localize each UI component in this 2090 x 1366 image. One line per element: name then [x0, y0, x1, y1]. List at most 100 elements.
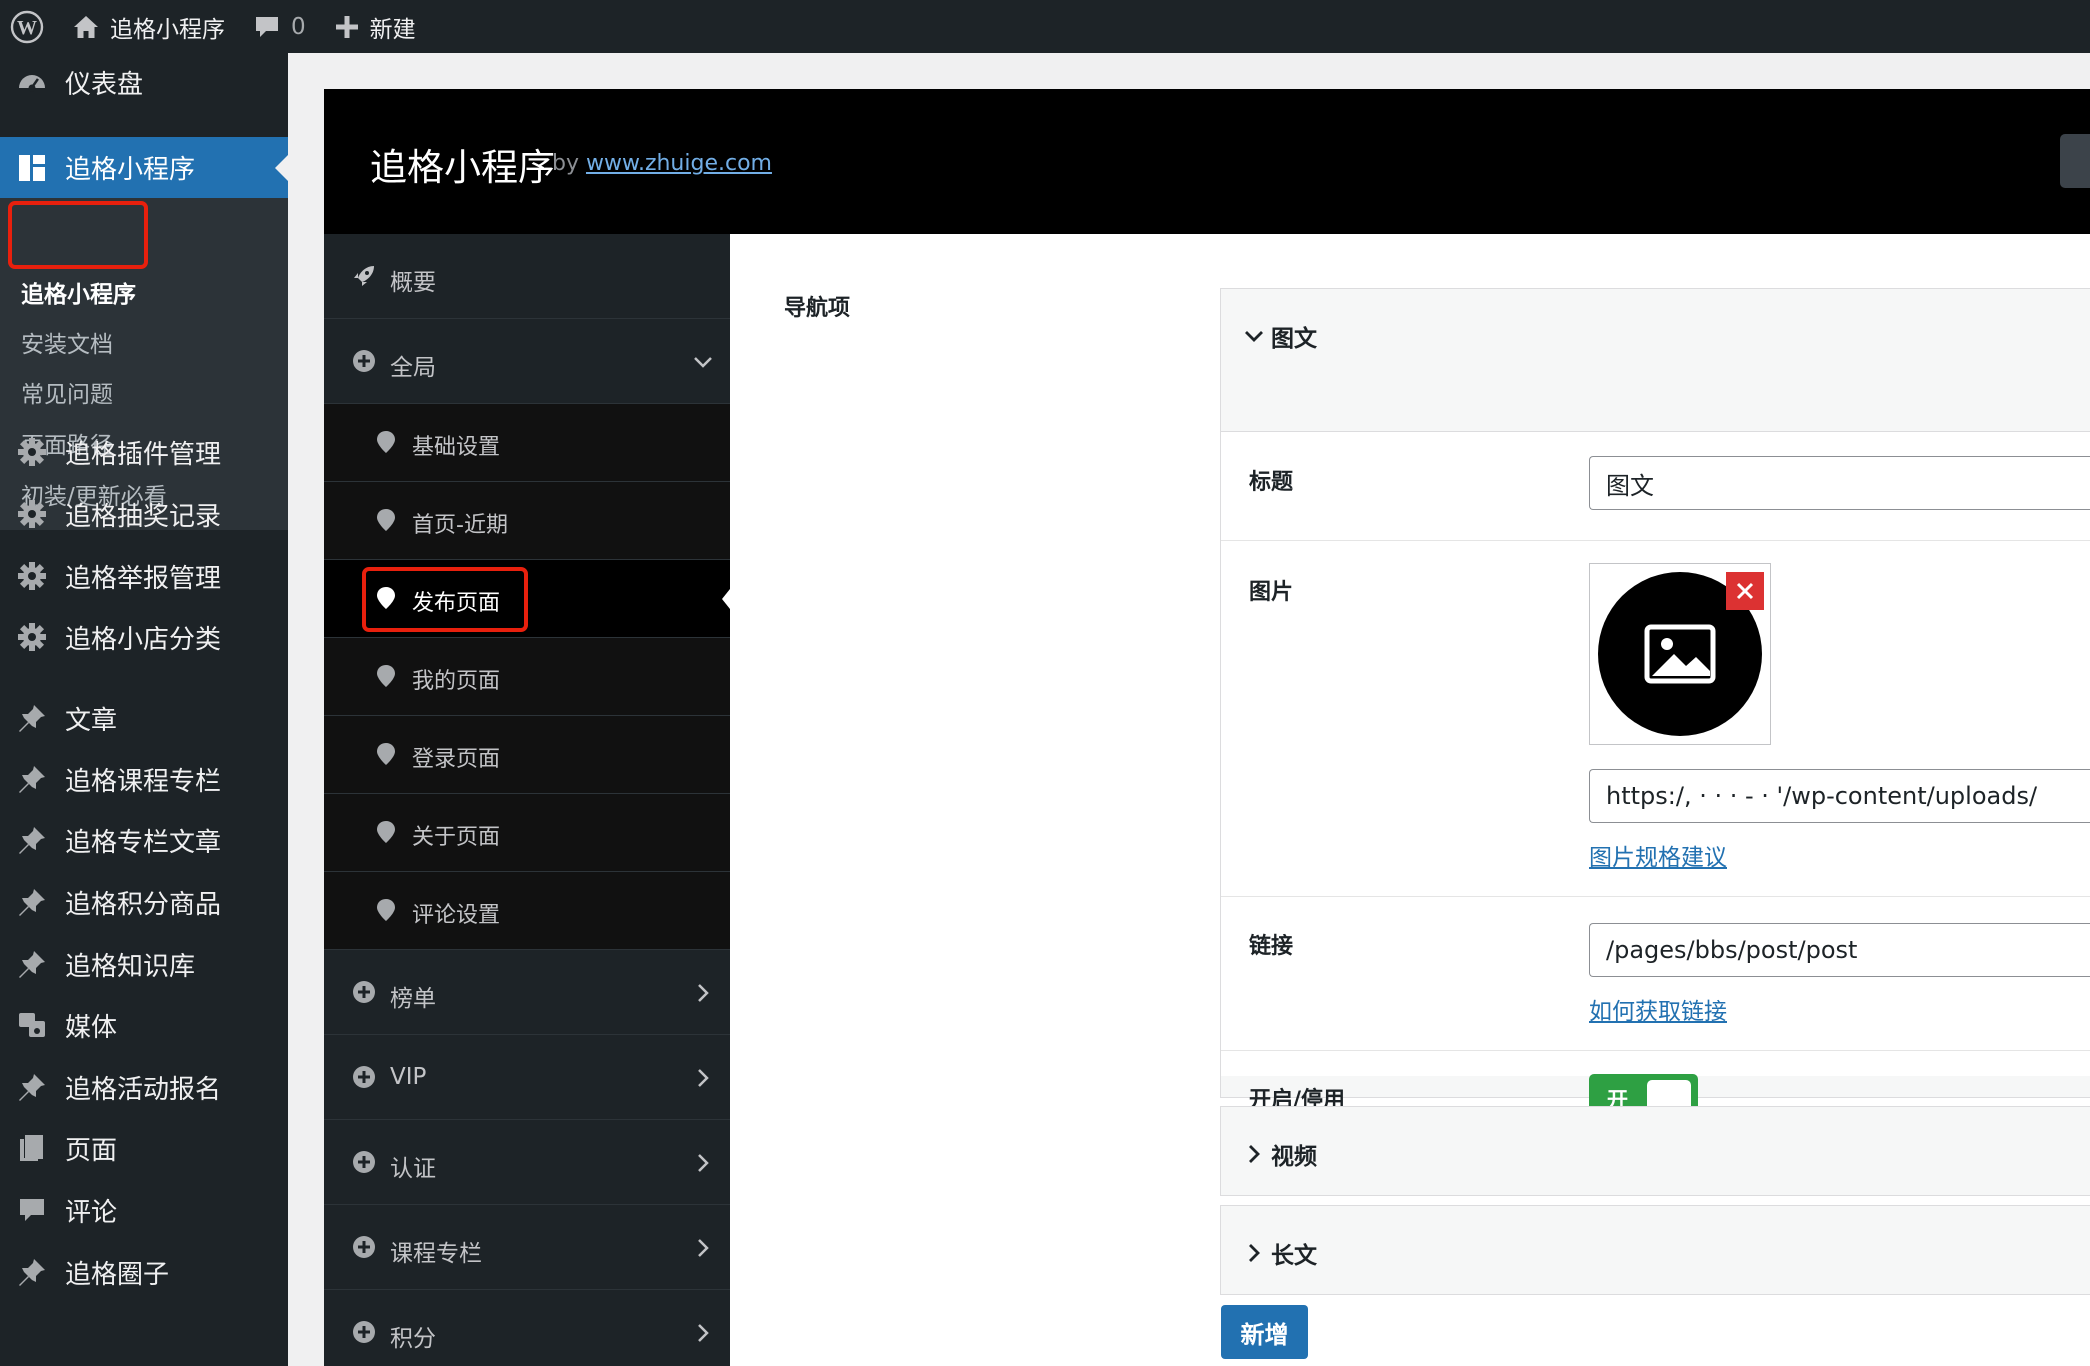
menu-item-11[interactable]: 追格活动报名 [0, 1064, 288, 1110]
plugin-title: 追格小程序 [370, 146, 555, 189]
menu-item-10[interactable]: 媒体 [0, 1002, 288, 1048]
menu-label-zhuige-app: 追格小程序 [65, 155, 196, 185]
group-title-video: 视频 [1271, 1144, 1317, 1170]
image-url-input[interactable]: https:/, · · · - · '/wp-content/uploads/ [1589, 769, 2090, 823]
nav-subitem-2[interactable]: 首页-近期 [324, 482, 730, 560]
group-title-longtext: 长文 [1271, 1243, 1317, 1269]
nav-item-overview[interactable]: 概要 [324, 234, 730, 319]
menu-item-2[interactable]: 追格抽奖记录 [0, 491, 288, 537]
plus-circle-icon [352, 1150, 376, 1174]
menu-item-zhuige-app[interactable]: 追格小程序 [0, 137, 288, 198]
nav-items-label: 导航项 [784, 296, 851, 321]
comments-count: 0 [291, 13, 306, 40]
menu-item-12[interactable]: 页面 [0, 1125, 288, 1171]
image-preview[interactable] [1589, 563, 1771, 745]
submenu-item-zhuige-app[interactable]: 追格小程序 [21, 275, 136, 309]
nav-subitem-label: 关于页面 [412, 825, 501, 850]
page-icon [16, 1132, 48, 1164]
menu-item-dashboard[interactable]: 仪表盘 [0, 59, 288, 105]
submenu-item-install-docs[interactable]: 安装文档 [21, 325, 113, 359]
nav-section-label: 积分 [390, 1326, 436, 1352]
site-link[interactable]: www.zhuige.com [586, 151, 772, 176]
plus-circle-icon [352, 1320, 376, 1344]
pushpin-icon [16, 1071, 48, 1103]
nav-section-1[interactable]: 榜单 [324, 950, 730, 1035]
highlight-box-submenu [8, 201, 148, 269]
add-nav-item-button[interactable]: 新增 [1221, 1305, 1308, 1359]
nav-section-label: 认证 [390, 1156, 436, 1182]
home-icon [74, 15, 98, 38]
menu-item-5[interactable]: 文章 [0, 695, 288, 741]
group-header-longtext[interactable]: 长文 [1243, 1236, 1317, 1270]
nav-section-4[interactable]: 课程专栏 [324, 1205, 730, 1290]
nav-item-global[interactable]: 全局 [324, 319, 730, 404]
menu-item-1[interactable]: 追格插件管理 [0, 429, 288, 475]
site-name-link[interactable]: 追格小程序 [58, 0, 239, 53]
nav-subitem-1[interactable]: 基础设置 [324, 404, 730, 482]
nav-subitem-label: 评论设置 [412, 903, 501, 928]
location-pin-icon [374, 820, 398, 844]
menu-item-14[interactable]: 追格圈子 [0, 1249, 288, 1295]
menu-label: 追格积分商品 [65, 889, 222, 920]
nav-subitem-label: 基础设置 [412, 435, 501, 460]
menu-label: 追格圈子 [65, 1259, 170, 1290]
image-field-label: 图片 [1249, 580, 1294, 605]
nav-section-3[interactable]: 认证 [324, 1120, 730, 1205]
group-header-tuwen[interactable]: 图文 [1243, 319, 1317, 353]
link-input[interactable]: /pages/bbs/post/post [1589, 923, 2090, 977]
menu-item-8[interactable]: 追格积分商品 [0, 879, 288, 925]
comments-link[interactable]: 0 [239, 0, 320, 53]
wp-logo-button[interactable]: W [0, 0, 58, 53]
group-header-video[interactable]: 视频 [1243, 1137, 1317, 1171]
chevron-right-icon [1249, 1145, 1260, 1163]
nav-subitem-4[interactable]: 我的页面 [324, 638, 730, 716]
how-to-get-link[interactable]: 如何获取链接 [1589, 992, 1727, 1026]
chevron-right-icon [698, 1069, 709, 1087]
title-input[interactable]: 图文 [1589, 456, 2090, 510]
site-name: 追格小程序 [110, 16, 225, 43]
chevron-right-icon [698, 1239, 709, 1257]
nav-section-label: VIP [390, 1064, 427, 1090]
menu-item-3[interactable]: 追格举报管理 [0, 553, 288, 599]
plus-circle-icon [352, 980, 376, 1004]
submenu-item-faq[interactable]: 常见问题 [21, 375, 113, 409]
menu-item-4[interactable]: 追格小店分类 [0, 614, 288, 660]
menu-label: 追格知识库 [65, 951, 196, 982]
menu-item-6[interactable]: 追格课程专栏 [0, 756, 288, 802]
pushpin-icon [16, 948, 48, 980]
nav-group-video: 视频 [1220, 1106, 2090, 1196]
media-icon [16, 1009, 48, 1041]
image-spec-link[interactable]: 图片规格建议 [1589, 838, 1727, 872]
header-action-button[interactable] [2060, 134, 2090, 188]
nav-subitem-7[interactable]: 评论设置 [324, 872, 730, 950]
group-title-tuwen: 图文 [1271, 326, 1317, 352]
remove-image-button[interactable] [1726, 572, 1764, 610]
nav-section-5[interactable]: 积分 [324, 1290, 730, 1366]
chevron-down-icon [1245, 331, 1263, 342]
pushpin-icon [16, 702, 48, 734]
wordpress-logo-icon: W [10, 10, 44, 43]
nav-section-label: 榜单 [390, 986, 436, 1012]
plus-icon [335, 15, 358, 38]
grid-layout-icon [16, 152, 48, 184]
location-pin-icon [374, 664, 398, 688]
nav-section-2[interactable]: VIP [324, 1035, 730, 1120]
gear-icon [16, 498, 48, 530]
menu-item-7[interactable]: 追格专栏文章 [0, 817, 288, 863]
highlight-box-publish-page [362, 567, 528, 632]
nav-subitem-5[interactable]: 登录页面 [324, 716, 730, 794]
nav-subitem-label: 登录页面 [412, 747, 501, 772]
menu-item-13[interactable]: 评论 [0, 1187, 288, 1233]
group-body-tuwen: 标题 图文 图片 https:/, · · · - · '/wp-content… [1221, 431, 2090, 1122]
nav-group-tuwen: 图文 标题 图文 图片 https:/, · · · - · '/wp-cont… [1220, 288, 2090, 1122]
menu-label: 追格插件管理 [65, 439, 222, 470]
location-pin-icon [374, 430, 398, 454]
new-content-link[interactable]: 新建 [320, 0, 430, 53]
byline-by: by [552, 151, 579, 176]
rocket-icon [352, 264, 376, 288]
plus-circle-icon [352, 1065, 376, 1089]
chevron-right-icon [698, 1154, 709, 1172]
row-divider [1221, 540, 2090, 541]
menu-item-9[interactable]: 追格知识库 [0, 941, 288, 987]
nav-subitem-6[interactable]: 关于页面 [324, 794, 730, 872]
